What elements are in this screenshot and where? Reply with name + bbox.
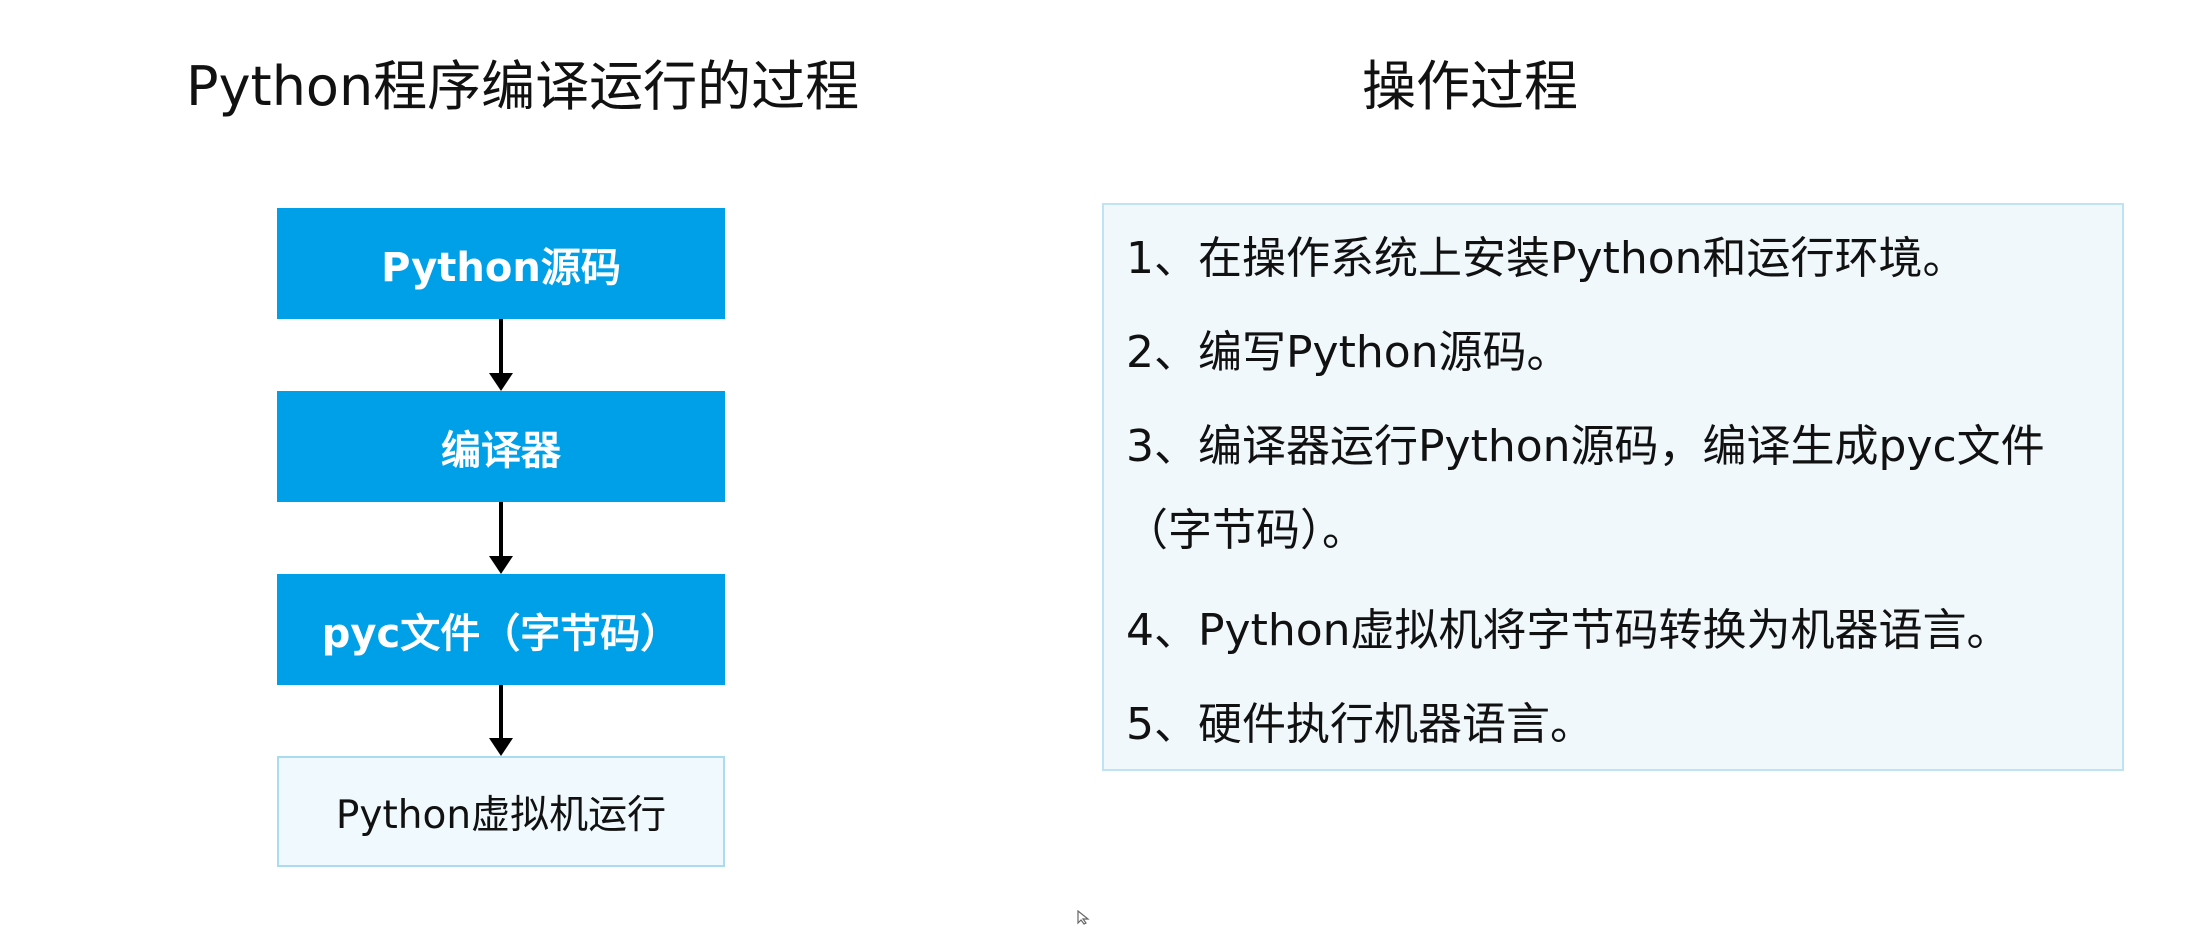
- arrow-down-icon: [489, 738, 513, 756]
- arrow-shaft: [499, 319, 503, 375]
- arrow-down-icon: [489, 556, 513, 574]
- step-3-continuation: （字节码）。: [1124, 505, 1366, 556]
- arrow-down-icon: [489, 373, 513, 391]
- flow-box-virtual-machine: Python虚拟机运行: [277, 756, 725, 867]
- process-title: Python程序编译运行的过程: [186, 55, 860, 118]
- arrow-shaft: [499, 502, 503, 558]
- flow-box-pyc-file: pyc文件（字节码）: [277, 574, 725, 685]
- step-1: 1、在操作系统上安装Python和运行环境。: [1126, 233, 1967, 284]
- step-2: 2、编写Python源码。: [1126, 327, 1571, 378]
- mouse-pointer-icon: [1077, 910, 1090, 925]
- steps-panel: 1、在操作系统上安装Python和运行环境。 2、编写Python源码。 3、编…: [1102, 203, 2124, 771]
- step-3: 3、编译器运行Python源码，编译生成pyc文件: [1126, 421, 2045, 472]
- flow-arrow-3: [489, 685, 513, 756]
- operations-title: 操作过程: [1362, 55, 1578, 118]
- flow-box-compiler: 编译器: [277, 391, 725, 502]
- flow-box-source-code: Python源码: [277, 208, 725, 319]
- step-4: 4、Python虚拟机将字节码转换为机器语言。: [1126, 605, 2011, 656]
- flow-arrow-1: [489, 319, 513, 391]
- arrow-shaft: [499, 685, 503, 740]
- step-5: 5、硬件执行机器语言。: [1126, 699, 1594, 750]
- flow-arrow-2: [489, 502, 513, 574]
